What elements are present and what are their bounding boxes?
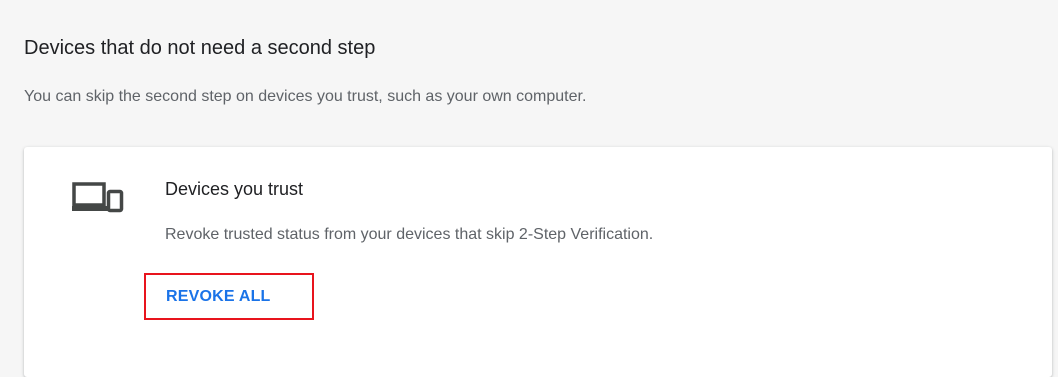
devices-you-trust-card: Devices you trust Revoke trusted status … [24,147,1052,377]
revoke-all-button[interactable]: REVOKE ALL [144,273,314,320]
devices-icon [72,176,128,220]
card-title: Devices you trust [165,179,304,199]
section-title: Devices that do not need a second step [24,37,376,59]
section-description: You can skip the second step on devices … [24,88,587,105]
card-description: Revoke trusted status from your devices … [165,226,654,243]
